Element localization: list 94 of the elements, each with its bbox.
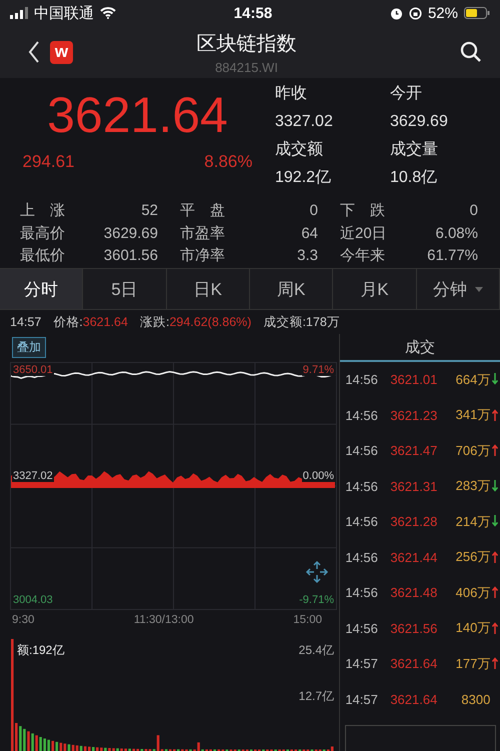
- trade-volume: 283万: [454, 477, 490, 496]
- field-label: 今开: [390, 84, 423, 104]
- trade-volume: 406万: [454, 584, 490, 602]
- stat-label: 上 涨: [20, 201, 66, 221]
- stat-value: 61.77%: [426, 246, 478, 266]
- trade-time: 14:56: [345, 620, 379, 636]
- chart-title: 额:192亿: [16, 644, 66, 656]
- stat-label: 今年来: [340, 246, 386, 266]
- trade-time: 14:56: [345, 372, 379, 388]
- field-value: 3629.69: [390, 112, 449, 132]
- stat-value: 3601.56: [102, 246, 158, 266]
- index-code: 884215.WI: [215, 60, 278, 74]
- trade-time: 14:56: [345, 478, 379, 494]
- field-label: 成交量: [390, 140, 439, 160]
- stat-label: 下 跌: [340, 201, 386, 221]
- axis-label: 11:30/13:00: [134, 614, 194, 626]
- trade-time: 14:56: [345, 443, 379, 458]
- trade-volume: 664万: [454, 370, 490, 389]
- stat-label: 最高价: [20, 224, 66, 244]
- trade-time: 14:57: [345, 692, 379, 707]
- tick-amount: 成交额:178万: [263, 314, 340, 330]
- tick-time: 14:57: [10, 315, 42, 329]
- stat-label: 市盈率: [180, 224, 226, 244]
- axis-label: 3327.02: [12, 470, 54, 482]
- tick-price: 3621.64: [82, 315, 128, 329]
- stat-value: 3629.69: [102, 224, 158, 244]
- stat-value: 3.3: [296, 246, 318, 266]
- trade-price: 3621.48: [390, 585, 438, 600]
- tick-change: 294.62(8.86%): [169, 315, 252, 329]
- overlay-button[interactable]: 叠加: [12, 337, 46, 358]
- trade-volume: 140万: [454, 619, 490, 638]
- percent-label: 9.71%: [302, 364, 335, 376]
- wifi-icon: [100, 7, 116, 19]
- axis-label: 25.4亿: [298, 644, 335, 656]
- field-value: 3327.02: [275, 112, 334, 132]
- change-percent: 8.86%: [204, 152, 252, 172]
- axis-label: 15:00: [293, 614, 322, 626]
- trade-time: 14:56: [345, 514, 379, 530]
- panel-title: 成交: [340, 336, 500, 362]
- trade-price: 3621.56: [390, 620, 438, 636]
- trade-volume: 177万: [454, 654, 490, 673]
- chart-tab[interactable]: 分时: [0, 269, 84, 309]
- move-arrows-icon: [305, 560, 329, 584]
- field-label: 昨收: [275, 84, 308, 104]
- field-value: 10.8亿: [390, 168, 438, 188]
- last-price: 3621.64: [47, 86, 228, 144]
- trade-time: 14:56: [345, 585, 379, 600]
- trade-price: 3621.47: [390, 443, 438, 458]
- trade-time: 14:56: [345, 408, 379, 423]
- axis-label: 3650.01: [12, 364, 54, 376]
- trade-volume: 341万: [454, 406, 490, 424]
- app-logo: w: [50, 40, 73, 64]
- trade-time: 14:56: [345, 550, 379, 565]
- stat-value: 6.08%: [434, 224, 478, 244]
- stat-label: 平 盘: [180, 201, 226, 221]
- trade-volume: 214万: [454, 512, 490, 531]
- stat-value: 0: [468, 201, 478, 221]
- field-label: 成交额: [275, 140, 324, 160]
- trade-price: 3621.28: [390, 514, 438, 530]
- price-label: 价格:: [53, 314, 83, 330]
- stat-value: 0: [308, 201, 318, 221]
- axis-label: 3004.03: [12, 594, 54, 606]
- percent-label: -9.71%: [298, 594, 335, 606]
- clock-time: 14:58: [234, 4, 272, 22]
- stat-label: 最低价: [20, 246, 66, 266]
- trade-price: 3621.64: [390, 692, 438, 707]
- trade-volume: 8300: [460, 692, 490, 707]
- stat-value: 64: [300, 224, 318, 244]
- stat-label: 市净率: [180, 246, 226, 266]
- trade-volume: 706万: [454, 442, 490, 460]
- trade-price: 3621.01: [390, 372, 438, 388]
- alarm-icon: [390, 6, 403, 20]
- trade-price: 3621.31: [390, 478, 438, 494]
- trade-volume: 256万: [454, 548, 490, 566]
- search-icon[interactable]: [460, 41, 482, 63]
- trade-price: 3621.23: [390, 408, 438, 423]
- trade-price: 3621.64: [390, 656, 438, 672]
- change-label: 涨跌:: [140, 314, 170, 330]
- trade-price: 3621.44: [390, 550, 438, 565]
- price-change: 294.61: [22, 152, 74, 172]
- carrier-name: 中国联通: [34, 4, 94, 22]
- axis-label: 12.7亿: [298, 690, 335, 702]
- field-value: 192.2亿: [275, 168, 332, 188]
- page-title: 区块链指数: [196, 32, 296, 56]
- percent-label: 0.00%: [302, 470, 335, 482]
- axis-label: 9:30: [12, 614, 34, 626]
- stat-value: 52: [140, 201, 158, 221]
- trade-time: 14:57: [345, 656, 379, 672]
- back-icon[interactable]: [28, 41, 40, 63]
- stat-label: 近20日: [340, 224, 388, 244]
- signal-icon: [10, 7, 28, 19]
- battery-icon: [464, 7, 490, 19]
- battery-percent: 52%: [428, 4, 458, 22]
- orientation-lock-icon: [408, 6, 422, 20]
